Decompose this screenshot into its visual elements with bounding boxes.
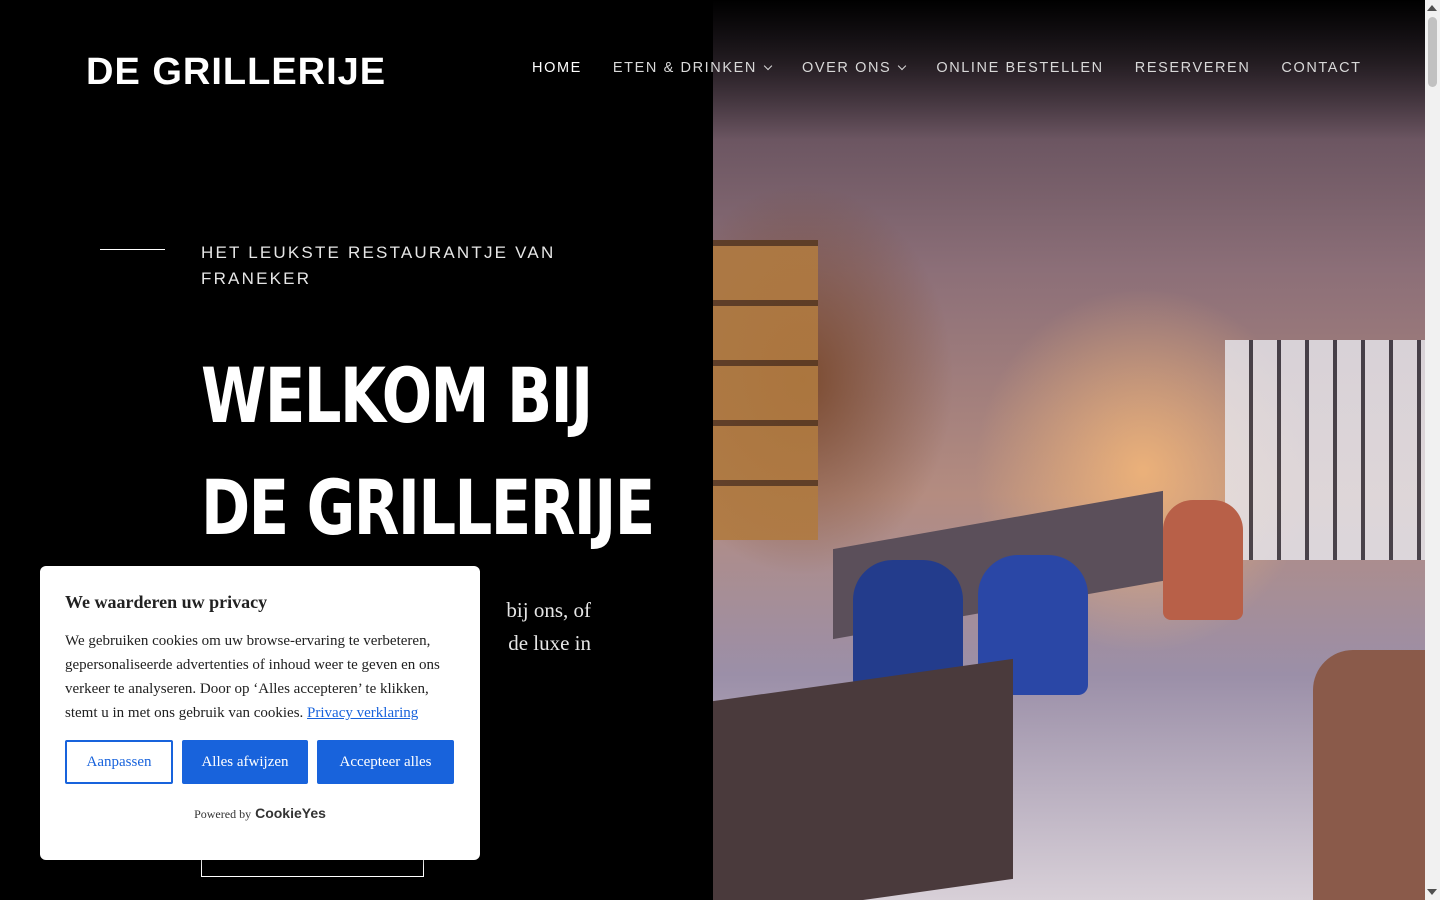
cookie-description: We gebruiken cookies om uw browse-ervari… — [65, 629, 455, 725]
cookieyes-logo[interactable]: CookieYes — [255, 805, 326, 821]
cookie-actions: Aanpassen Alles afwijzen Accepteer alles — [65, 740, 455, 784]
powered-by: Powered by CookieYes — [65, 805, 455, 822]
site-logo[interactable]: DE GRILLERIJE — [86, 50, 386, 94]
page-scrollbar[interactable] — [1425, 0, 1440, 900]
eyebrow-divider — [100, 249, 165, 250]
powered-by-label: Powered by — [194, 807, 252, 821]
scroll-down-icon[interactable] — [1427, 889, 1437, 895]
chevron-down-icon — [763, 61, 773, 71]
wine-shelf — [713, 240, 818, 540]
hero-eyebrow: HET LEUKSTE RESTAURANTJE VAN FRANEKER — [201, 243, 556, 288]
main-nav: HOME ETEN & DRINKEN OVER ONS ONLINE BEST… — [532, 60, 1362, 76]
red-chair — [1313, 650, 1425, 900]
nav-item-label: RESERVEREN — [1134, 60, 1251, 76]
dining-table-foreground — [713, 658, 1013, 900]
nav-item-label: HOME — [532, 60, 582, 76]
hero-headline: WELKOM BIJ DE GRILLERIJE — [201, 340, 655, 564]
scroll-up-icon[interactable] — [1427, 5, 1437, 11]
nav-item-label: ONLINE BESTELLEN — [936, 60, 1104, 76]
cookie-title: We waarderen uw privacy — [65, 592, 268, 612]
reject-all-button[interactable]: Alles afwijzen — [182, 740, 308, 784]
chevron-down-icon — [898, 61, 907, 71]
nav-item-online-bestellen[interactable]: ONLINE BESTELLEN — [936, 60, 1103, 76]
customize-button[interactable]: Aanpassen — [65, 740, 173, 784]
hero-restaurant-image — [713, 0, 1425, 900]
headline-line: WELKOM BIJ — [201, 351, 593, 440]
red-chair — [1163, 500, 1243, 620]
nav-item-label: OVER ONS — [801, 60, 892, 76]
window — [1225, 340, 1425, 560]
nav-item-reserveren[interactable]: RESERVEREN — [1135, 60, 1251, 76]
scrollbar-thumb[interactable] — [1428, 17, 1437, 87]
nav-item-home[interactable]: HOME — [532, 60, 582, 76]
nav-item-label: CONTACT — [1281, 60, 1362, 76]
privacy-link[interactable]: Privacy verklaring — [307, 705, 418, 721]
nav-item-over-ons[interactable]: OVER ONS — [801, 60, 907, 76]
nav-item-contact[interactable]: CONTACT — [1281, 60, 1361, 76]
headline-line: DE GRILLERIJE — [201, 463, 655, 552]
cookie-consent-dialog: We waarderen uw privacy We gebruiken coo… — [40, 566, 480, 860]
nav-item-label: ETEN & DRINKEN — [612, 60, 757, 76]
nav-item-eten-drinken[interactable]: ETEN & DRINKEN — [612, 60, 773, 76]
accept-all-button[interactable]: Accepteer alles — [317, 740, 454, 784]
